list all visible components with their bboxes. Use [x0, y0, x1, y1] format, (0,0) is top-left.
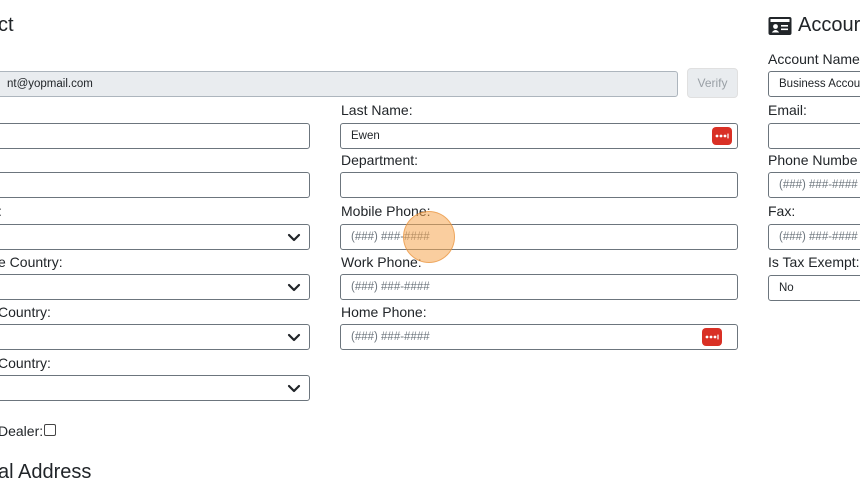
- account-fax-field[interactable]: (###) ###-####: [768, 224, 860, 250]
- account-fax-placeholder: (###) ###-####: [779, 231, 858, 243]
- email-field-value: nt@yopmail.com: [7, 78, 93, 90]
- account-header: Accour: [768, 14, 860, 37]
- chevron-down-icon: [287, 384, 301, 393]
- account-name-label: Account Name: [768, 51, 860, 67]
- account-email-field[interactable]: [768, 123, 860, 149]
- account-name-field[interactable]: Business Accou: [768, 71, 860, 97]
- id-card-icon: [768, 16, 792, 35]
- last-name-value: Ewen: [351, 130, 380, 142]
- home-phone-label: Home Phone:: [341, 304, 427, 320]
- department-field[interactable]: [340, 172, 738, 198]
- work-phone-field[interactable]: (###) ###-####: [340, 274, 738, 300]
- mobile-phone-label: Mobile Phone:: [341, 203, 431, 219]
- last-name-field[interactable]: Ewen: [340, 123, 738, 149]
- work-phone-placeholder: (###) ###-####: [351, 281, 430, 293]
- chevron-down-icon: [287, 233, 301, 242]
- account-name-value: Business Accou: [779, 78, 860, 90]
- dealer-label: Dealer:: [0, 423, 44, 439]
- home-phone-placeholder: (###) ###-####: [351, 331, 430, 343]
- last-name-label: Last Name:: [341, 102, 413, 118]
- select6-dropdown[interactable]: [0, 375, 310, 401]
- select5-dropdown[interactable]: [0, 324, 310, 350]
- contact-section-title: ct: [0, 14, 14, 36]
- address-section-title: al Address: [0, 461, 92, 481]
- select5-label: Country:: [0, 304, 51, 320]
- account-section-title: Accour: [798, 14, 860, 36]
- account-phone-label: Phone Numbe: [768, 152, 858, 168]
- tax-exempt-dropdown[interactable]: No: [768, 275, 860, 301]
- tax-exempt-label: Is Tax Exempt:: [768, 254, 860, 270]
- department-label: Department:: [341, 152, 419, 168]
- account-phone-placeholder: (###) ###-####: [779, 179, 858, 191]
- chevron-down-icon: [287, 333, 301, 342]
- title-field[interactable]: [0, 172, 310, 198]
- select4-dropdown[interactable]: [0, 274, 310, 300]
- password-manager-icon[interactable]: [702, 328, 722, 346]
- home-phone-field[interactable]: (###) ###-####: [340, 324, 738, 350]
- tax-exempt-value: No: [779, 282, 794, 294]
- select3-dropdown[interactable]: [0, 224, 310, 250]
- password-manager-icon[interactable]: [712, 127, 732, 145]
- work-phone-label: Work Phone:: [341, 254, 422, 270]
- select3-label: :: [0, 203, 2, 219]
- mobile-phone-field[interactable]: (###) ###-####: [340, 224, 738, 250]
- select6-label: Country:: [0, 355, 51, 371]
- select4-label: e Country:: [0, 254, 63, 270]
- account-phone-field[interactable]: (###) ###-####: [768, 172, 860, 198]
- mobile-phone-placeholder: (###) ###-####: [351, 231, 430, 243]
- verify-button[interactable]: Verify: [687, 68, 738, 98]
- account-email-label: Email:: [768, 102, 807, 118]
- dealer-checkbox[interactable]: [44, 424, 56, 436]
- email-field[interactable]: nt@yopmail.com: [0, 71, 678, 97]
- account-fax-label: Fax:: [768, 203, 796, 219]
- chevron-down-icon: [287, 283, 301, 292]
- first-name-field[interactable]: [0, 123, 310, 149]
